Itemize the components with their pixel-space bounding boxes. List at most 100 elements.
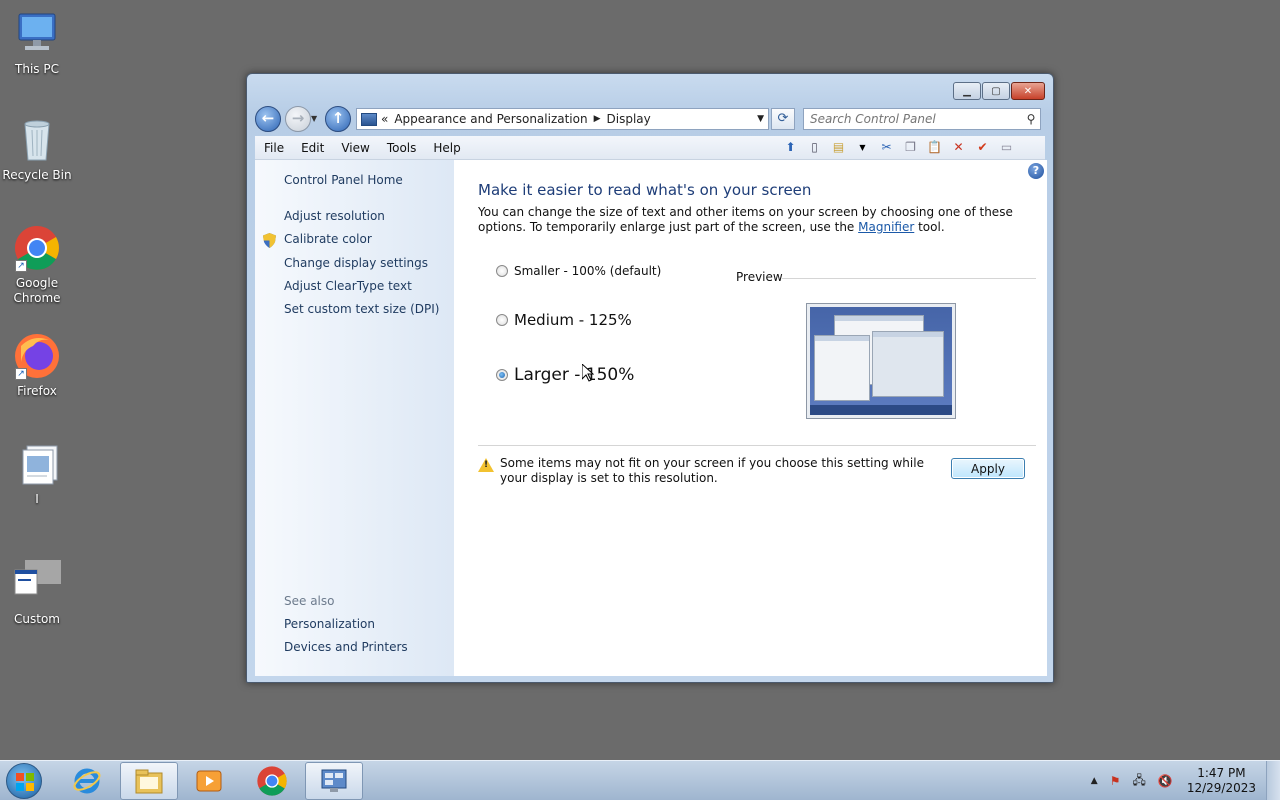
recent-pages-button[interactable]: ▼	[311, 114, 317, 123]
page-title: Make it easier to read what's on your sc…	[478, 181, 812, 199]
adjust-resolution-link[interactable]: Adjust resolution	[284, 209, 385, 223]
page-description: You can change the size of text and othe…	[478, 205, 1023, 235]
paste-icon[interactable]: 📋	[926, 139, 943, 156]
computer-icon	[13, 10, 61, 58]
clock[interactable]: 1:47 PM 12/29/2023	[1187, 766, 1256, 796]
adjust-cleartype-link[interactable]: Adjust ClearType text	[284, 279, 412, 293]
option-medium[interactable]: Medium - 125%	[496, 311, 632, 329]
shortcut-arrow-icon: ↗	[15, 368, 27, 380]
recycle-bin-icon	[13, 116, 61, 164]
desktop-icon-label: This PC	[15, 62, 59, 76]
search-input[interactable]	[804, 112, 1022, 126]
forward-button[interactable]: →	[285, 106, 311, 132]
search-box[interactable]: ⚲	[803, 108, 1041, 130]
desktop-icon-custom[interactable]: Custom	[0, 560, 74, 627]
warning-message: ! Some items may not fit on your screen …	[478, 456, 952, 486]
clock-date: 12/29/2023	[1186, 781, 1256, 795]
minimize-button[interactable]: ▁	[953, 82, 981, 100]
radio-smaller[interactable]	[496, 265, 508, 277]
windows-logo-icon	[16, 773, 34, 791]
menu-bar: File Edit View Tools Help ⬆ ▯ ▤ ▼ ✂ ❐ 📋 …	[255, 136, 1045, 160]
refresh-button[interactable]: ⟳	[771, 108, 795, 130]
control-panel-home-link[interactable]: Control Panel Home	[284, 173, 403, 187]
taskbar-file-explorer[interactable]	[120, 762, 178, 800]
chrome-icon: ↗	[13, 224, 61, 272]
radio-medium[interactable]	[496, 314, 508, 326]
back-button[interactable]: ←	[255, 106, 281, 132]
control-panel-icon	[361, 112, 377, 126]
mouse-cursor-icon	[582, 364, 594, 382]
breadcrumb-separator-icon[interactable]: ▶	[594, 114, 601, 124]
taskbar-control-panel[interactable]	[305, 762, 363, 800]
calibrate-color-link[interactable]: Calibrate color	[284, 232, 372, 246]
breadcrumb-appearance[interactable]: Appearance and Personalization	[394, 112, 587, 126]
desktop-icon-google-chrome[interactable]: ↗ Google Chrome	[0, 224, 74, 306]
menu-file[interactable]: File	[255, 141, 292, 155]
chrome-icon	[257, 766, 287, 796]
menu-tools[interactable]: Tools	[378, 141, 425, 155]
desktop-icon-file[interactable]: I	[0, 440, 74, 507]
start-button[interactable]	[6, 763, 42, 799]
navigation-bar: ← → ▼ ↑ « Appearance and Personalization…	[255, 106, 1045, 132]
desktop-icon-recycle-bin[interactable]: Recycle Bin	[0, 116, 74, 183]
taskbar-media-player[interactable]	[180, 762, 238, 800]
show-hidden-icons-icon[interactable]: ▲	[1091, 776, 1098, 786]
desktop-icon-label: Recycle Bin	[2, 168, 72, 182]
menu-edit[interactable]: Edit	[292, 141, 332, 155]
firefox-icon: ↗	[13, 332, 61, 380]
address-dropdown-icon[interactable]: ▼	[757, 114, 764, 124]
up-folder-icon[interactable]: ⬆	[782, 139, 799, 156]
pane-icon[interactable]: ▯	[806, 139, 823, 156]
warning-text: Some items may not fit on your screen if…	[500, 456, 924, 485]
preview-window-front	[872, 331, 944, 397]
preview-label: Preview	[736, 270, 783, 284]
custom-text-size-link[interactable]: Set custom text size (DPI)	[284, 302, 439, 316]
media-player-icon	[196, 770, 222, 792]
menu-help[interactable]: Help	[424, 141, 468, 155]
network-icon[interactable]: 🖧	[1132, 771, 1145, 792]
magnifier-link[interactable]: Magnifier	[858, 220, 914, 234]
taskbar-chrome[interactable]	[243, 762, 301, 800]
apply-button[interactable]: Apply	[951, 458, 1025, 479]
folder-options-icon[interactable]: ▤	[830, 139, 847, 156]
devices-printers-link[interactable]: Devices and Printers	[284, 640, 408, 654]
desktop-icon-firefox[interactable]: ↗ Firefox	[0, 332, 74, 399]
properties-check-icon[interactable]: ✔	[974, 139, 991, 156]
preview-taskbar	[810, 405, 952, 415]
task-pane: Control Panel Home Adjust resolution Cal…	[255, 160, 454, 676]
maximize-button[interactable]: ▢	[982, 82, 1010, 100]
description-text-end: tool.	[914, 220, 945, 234]
change-display-settings-link[interactable]: Change display settings	[284, 256, 428, 270]
toolbar: ⬆ ▯ ▤ ▼ ✂ ❐ 📋 ✕ ✔ ▭	[782, 139, 1015, 156]
shortcut-arrow-icon: ↗	[15, 260, 27, 272]
preview-divider	[782, 278, 1036, 279]
internet-explorer-icon	[73, 768, 101, 794]
show-desktop-button[interactable]	[1266, 761, 1280, 800]
search-icon[interactable]: ⚲	[1022, 112, 1040, 126]
volume-muted-icon[interactable]: 🔇	[1158, 774, 1173, 788]
close-button[interactable]: ✕	[1011, 82, 1045, 100]
taskbar-internet-explorer[interactable]	[58, 762, 116, 800]
warning-icon: !	[478, 458, 494, 472]
up-button[interactable]: ↑	[325, 106, 351, 132]
dropdown-icon[interactable]: ▼	[854, 139, 871, 156]
preview-window-left	[814, 335, 870, 401]
delete-icon[interactable]: ✕	[950, 139, 967, 156]
window-icon[interactable]: ▭	[998, 139, 1015, 156]
option-smaller[interactable]: Smaller - 100% (default)	[496, 264, 661, 278]
action-center-flag-icon[interactable]: ⚑	[1110, 774, 1121, 788]
option-larger[interactable]: Larger - 150%	[496, 365, 634, 385]
breadcrumb-display[interactable]: Display	[607, 112, 651, 126]
control-panel-window: ▁ ▢ ✕ ← → ▼ ↑ « Appearance and Personali…	[246, 73, 1054, 683]
personalization-link[interactable]: Personalization	[284, 617, 375, 631]
address-overflow[interactable]: «	[381, 112, 388, 126]
address-bar[interactable]: « Appearance and Personalization ▶ Displ…	[356, 108, 769, 130]
content-area: Control Panel Home Adjust resolution Cal…	[255, 160, 1047, 676]
radio-larger[interactable]	[496, 369, 508, 381]
desktop-icon-label: Custom	[14, 612, 60, 626]
desktop-icon-this-pc[interactable]: This PC	[0, 10, 74, 77]
caption-buttons: ▁ ▢ ✕	[953, 82, 1045, 100]
cut-icon[interactable]: ✂	[878, 139, 895, 156]
copy-icon[interactable]: ❐	[902, 139, 919, 156]
menu-view[interactable]: View	[332, 141, 377, 155]
